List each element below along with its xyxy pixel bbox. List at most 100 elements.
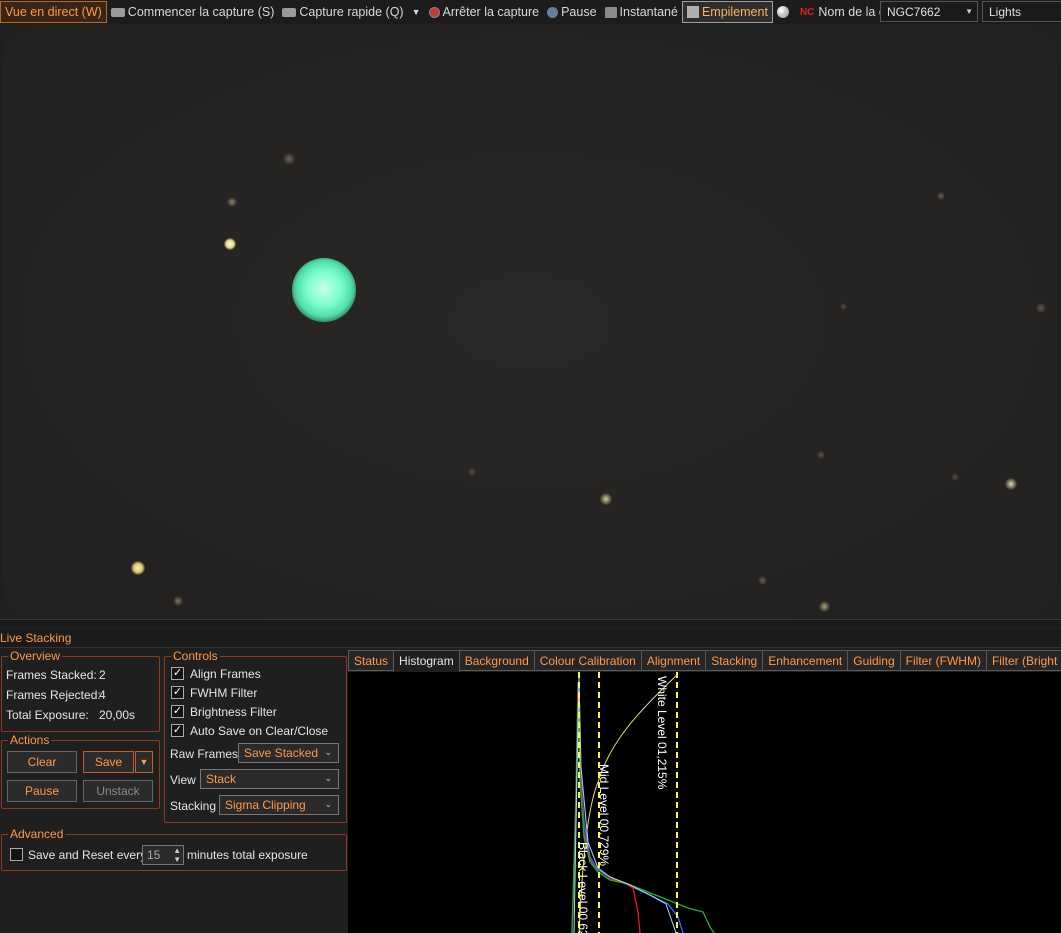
tab-filter-bright[interactable]: Filter (Bright — [985, 650, 1061, 671]
quick-capture-dropdown[interactable]: ▼ — [408, 1, 425, 23]
pause-button[interactable]: Pause — [543, 1, 600, 23]
frames-stacked-label: Frames Stacked: — [6, 668, 97, 682]
black-level-label: Black Level 00,62 — [576, 842, 590, 933]
unstack-button[interactable]: Unstack — [83, 780, 153, 802]
tab-status[interactable]: Status — [348, 650, 395, 671]
minutes-suffix-label: minutes total exposure — [187, 848, 308, 862]
total-exposure-value: 20,00s — [99, 708, 136, 722]
histogram-view[interactable]: Black Level 00,62 Mid Level 00,729% Whit… — [348, 672, 1061, 933]
tab-alignment[interactable]: Alignment — [640, 650, 707, 671]
chevron-down-icon: ⌄ — [324, 799, 332, 809]
frames-stacked-value: 2 — [99, 668, 106, 682]
auto-save-label: Auto Save on Clear/Close — [190, 724, 329, 738]
ball-button[interactable] — [773, 1, 796, 23]
star — [951, 473, 959, 481]
stop-capture-button[interactable]: Arrêter la capture — [425, 1, 544, 23]
live-image[interactable] — [2, 24, 1058, 619]
star — [600, 493, 612, 505]
align-frames-label: Align Frames — [190, 667, 261, 681]
pause-label: Pause — [561, 5, 597, 19]
star — [224, 238, 236, 250]
tab-stacking[interactable]: Stacking — [705, 650, 764, 671]
minutes-stepper[interactable]: 15 ▲ ▼ — [142, 845, 184, 865]
stacking-toggle[interactable]: Empilement — [681, 1, 773, 23]
planetary-nebula — [292, 258, 356, 322]
fwhm-filter-checkbox[interactable]: ✓ — [171, 686, 184, 699]
star — [131, 561, 145, 575]
save-dropdown-button[interactable]: ▼ — [135, 751, 153, 773]
save-reset-label: Save and Reset every — [28, 848, 147, 862]
stacking-method-select[interactable]: Sigma Clipping ⌄ — [219, 795, 339, 815]
tab-enhancement[interactable]: Enhancement — [762, 650, 849, 671]
stack-icon — [686, 6, 699, 18]
raw-frames-value: Save Stacked — [244, 746, 319, 760]
quick-capture-label: Capture rapide (Q) — [299, 5, 404, 19]
overview-legend: Overview — [8, 649, 63, 663]
video-camera-icon — [282, 7, 297, 17]
star — [173, 596, 183, 606]
total-exposure-label: Total Exposure: — [6, 708, 89, 722]
stepper-arrows-icon[interactable]: ▲ ▼ — [173, 846, 181, 864]
frame-type-select[interactable]: Lights — [982, 1, 1061, 22]
auto-save-checkbox[interactable]: ✓ — [171, 724, 184, 737]
star — [840, 303, 847, 310]
star — [819, 601, 830, 612]
align-frames-checkbox[interactable]: ✓ — [171, 667, 184, 680]
video-camera-icon — [110, 7, 125, 17]
frame-type-value: Lights — [989, 5, 1022, 19]
view-select[interactable]: Stack ⌄ — [200, 769, 339, 789]
fwhm-filter-label: FWHM Filter — [190, 686, 258, 700]
frames-rejected-label: Frames Rejected: — [6, 688, 101, 702]
chevron-down-icon: ⌄ — [324, 747, 332, 757]
frames-rejected-value: 4 — [99, 688, 106, 702]
tab-filter-fwhm[interactable]: Filter (FWHM) — [899, 650, 987, 671]
star — [817, 451, 825, 459]
view-value: Stack — [206, 772, 237, 786]
chevron-down-icon: ⌄ — [324, 773, 332, 783]
tab-colour-calibration[interactable]: Colour Calibration — [533, 650, 642, 671]
star — [283, 153, 295, 165]
snapshot-label: Instantané — [619, 5, 678, 19]
star — [468, 468, 476, 476]
white-level-label: White Level 01,215% — [655, 676, 669, 790]
chevron-down-icon: ▼ — [139, 757, 149, 767]
controls-legend: Controls — [171, 649, 220, 663]
star — [1036, 303, 1046, 313]
splitter[interactable] — [0, 619, 1061, 626]
snapshot-icon — [604, 6, 617, 18]
panel-title: Live Stacking — [0, 629, 1061, 648]
pause-stacking-button[interactable]: Pause — [7, 780, 77, 802]
save-reset-checkbox[interactable] — [10, 848, 23, 861]
mid-level-label: Mid Level 00,729% — [597, 764, 611, 867]
histogram-chart — [571, 672, 715, 933]
minutes-value: 15 — [147, 848, 161, 862]
star — [758, 576, 767, 585]
view-label: View — [170, 773, 196, 787]
tab-histogram[interactable]: Histogram — [393, 650, 460, 672]
save-button[interactable]: Save — [83, 751, 134, 773]
actions-legend: Actions — [8, 733, 52, 747]
start-capture-button[interactable]: Commencer la capture (S) — [107, 1, 279, 23]
stacking-method-label: Stacking — [170, 799, 217, 813]
ngc-icon: NC — [799, 6, 815, 18]
snapshot-button[interactable]: Instantané — [601, 1, 682, 23]
raw-frames-select[interactable]: Save Stacked ⌄ — [238, 743, 339, 763]
star — [937, 192, 945, 200]
stacking-method-value: Sigma Clipping — [225, 798, 306, 812]
brightness-filter-checkbox[interactable]: ✓ — [171, 705, 184, 718]
advanced-legend: Advanced — [8, 827, 66, 841]
raw-frames-label: Raw Frames — [170, 747, 239, 761]
live-view-button[interactable]: Vue en direct (W) — [0, 1, 107, 23]
stacking-label: Empilement — [701, 5, 768, 19]
quick-capture-button[interactable]: Capture rapide (Q) — [278, 1, 407, 23]
target-name-field[interactable]: NGC7662 ▼ — [880, 1, 978, 22]
target-name-value: NGC7662 — [887, 5, 941, 19]
tab-background[interactable]: Background — [458, 650, 535, 671]
pause-icon — [547, 6, 559, 18]
sphere-icon — [776, 6, 789, 18]
stop-capture-label: Arrêter la capture — [442, 5, 540, 19]
tab-guiding[interactable]: Guiding — [847, 650, 901, 671]
stacking-tabs: Status Histogram Background Colour Calibrat… — [348, 650, 1061, 672]
clear-button[interactable]: Clear — [7, 751, 77, 773]
green-channel — [571, 701, 715, 933]
